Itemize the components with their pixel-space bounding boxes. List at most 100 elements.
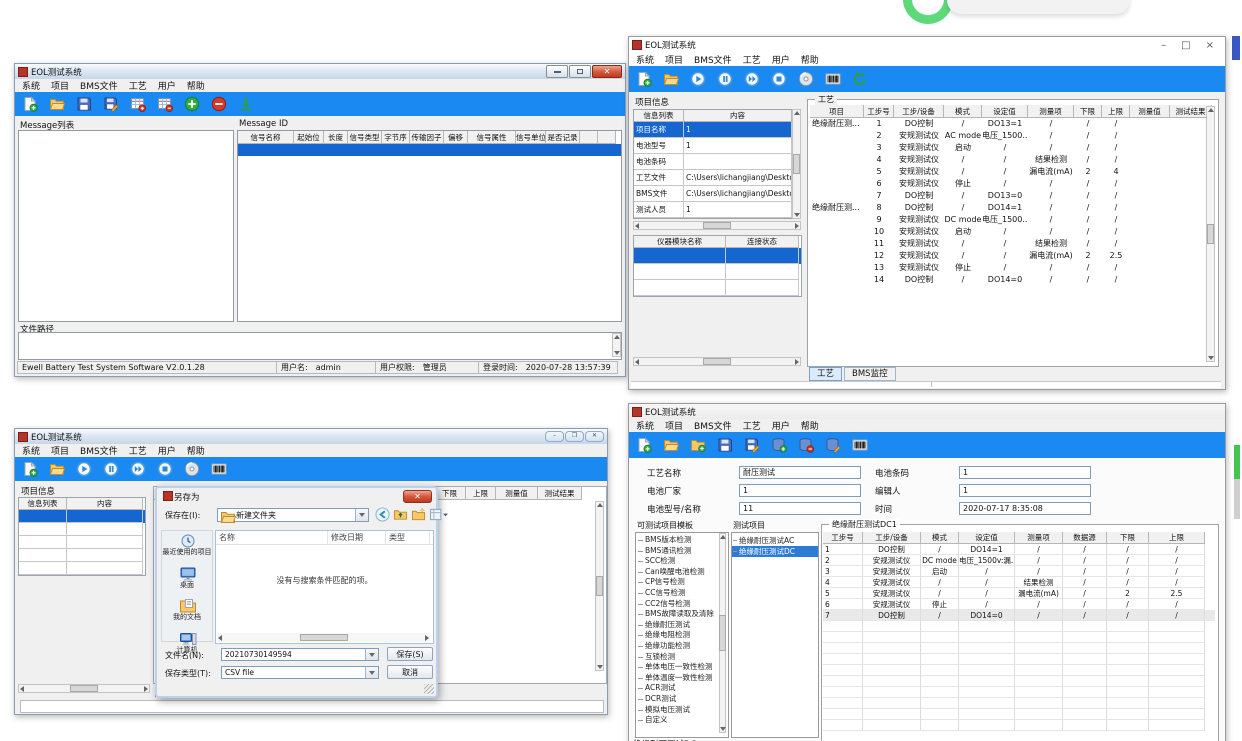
panel-hscrollbar[interactable] [633, 357, 801, 366]
column-header[interactable]: 信号属性 [468, 131, 516, 144]
menu-item-2[interactable]: BMS文件 [694, 53, 732, 66]
new-doc-icon[interactable] [22, 96, 38, 112]
column-header[interactable]: 类型 [386, 531, 430, 544]
menu-item-1[interactable]: 项目 [51, 444, 69, 457]
close-button[interactable]: ✕ [585, 431, 604, 442]
open-folder-icon[interactable] [663, 71, 679, 87]
table-row[interactable] [823, 654, 1215, 665]
column-header[interactable]: 模式 [921, 532, 959, 544]
table-row[interactable]: 绝缘耐压测...1DO控制/DO13=1/// [810, 118, 1214, 130]
open-folder-icon[interactable] [49, 96, 65, 112]
tree-item-9[interactable]: 绝缘电阻检测 [636, 630, 728, 641]
titlebar[interactable]: EOL测试系统 – ❐ ✕ [15, 429, 607, 445]
play-icon[interactable] [690, 71, 706, 87]
menu-item-4[interactable]: 用户 [772, 53, 790, 66]
signal-selected-row[interactable] [238, 144, 621, 156]
column-header[interactable]: 测试结果 [538, 487, 582, 500]
fast-forward-icon[interactable] [744, 71, 760, 87]
menu-item-1[interactable]: 项目 [51, 79, 69, 92]
cd-icon[interactable] [798, 71, 814, 87]
table-row[interactable] [823, 632, 1215, 643]
info-hscrollbar[interactable] [633, 221, 801, 230]
filetype-combobox[interactable]: CSV file [221, 666, 379, 679]
table-export-icon[interactable] [157, 96, 173, 112]
tree-item-13[interactable]: 单体温度一致性检测 [636, 673, 728, 684]
info-row[interactable]: 测试人员1 [634, 202, 792, 218]
column-header[interactable]: 测量项 [1028, 105, 1074, 118]
pause-icon[interactable] [717, 71, 733, 87]
table-row[interactable]: 12安规测试仪//漏电流(mA)22.5 [810, 250, 1214, 262]
tree-item-8[interactable]: 绝缘耐压测试 [636, 620, 728, 631]
tree-item-5[interactable]: CC信号检测 [636, 588, 728, 599]
add-circle-icon[interactable] [184, 96, 200, 112]
menu-item-3[interactable]: 工艺 [129, 444, 147, 457]
message-list-panel[interactable] [18, 130, 234, 322]
stop-icon[interactable] [157, 461, 173, 477]
table-row[interactable]: 10安规测试仪启动//// [810, 226, 1214, 238]
titlebar[interactable]: EOL测试系统 – □ × [629, 37, 1225, 53]
tree-item-7[interactable]: BMS故障读取及清除 [636, 609, 728, 620]
table-row[interactable]: 9安规测试仪DC mode电压_1500.../// [810, 214, 1214, 226]
step-scrollbar[interactable] [595, 501, 604, 671]
tree-item-11[interactable]: 互锁检测 [636, 652, 728, 663]
table-row[interactable]: 5安规测试仪//漏电流(mA)/22.5 [823, 588, 1215, 599]
titlebar[interactable]: EOL测试系统 ✕ [15, 64, 625, 80]
tab-0[interactable]: 工艺 [809, 367, 842, 381]
menu-item-4[interactable]: 用户 [772, 419, 790, 432]
save-icon[interactable] [76, 96, 92, 112]
tree-scrollbar[interactable] [719, 533, 726, 733]
file-path-textarea[interactable] [18, 332, 622, 360]
barcode-icon[interactable] [825, 71, 841, 87]
column-header[interactable]: 工步号 [823, 532, 863, 544]
info-row[interactable]: BMS文件C:\Users\lichangjiang\Desktop\ [634, 186, 792, 202]
maximize-button[interactable]: □ [1181, 40, 1190, 51]
tree-item-0[interactable]: BMS版本检测 [636, 535, 728, 546]
new-doc-icon[interactable] [636, 71, 652, 87]
table-row[interactable]: 5安规测试仪//漏电流(mA)24 [810, 166, 1214, 178]
save-button[interactable]: 保存(S) [387, 647, 433, 661]
menu-item-2[interactable]: BMS文件 [80, 79, 118, 92]
column-header[interactable]: 下限 [434, 487, 466, 500]
up-folder-icon[interactable] [393, 507, 408, 522]
tree-item-3[interactable]: Can唤醒电池检测 [636, 567, 728, 578]
column-header[interactable]: 设定值 [959, 532, 1015, 544]
tree-item-2[interactable]: SCC检测 [636, 556, 728, 567]
textarea-scrollbar[interactable] [612, 333, 621, 357]
column-header[interactable]: 下限 [1074, 105, 1102, 118]
column-header[interactable]: 下限 [1107, 532, 1149, 544]
time-input[interactable]: 2020-07-17 8:35:08 [959, 502, 1091, 515]
column-header[interactable]: 信号类型 [348, 131, 382, 144]
place-documents[interactable]: 我的文档 [162, 598, 212, 622]
tree-item-15[interactable]: DCR测试 [636, 694, 728, 705]
menu-item-5[interactable]: 帮助 [801, 53, 819, 66]
column-header[interactable]: 上限 [1149, 532, 1205, 544]
views-icon[interactable] [429, 507, 444, 522]
column-header[interactable]: 测量值 [496, 487, 538, 500]
folder-add-icon[interactable] [690, 437, 706, 453]
table-row[interactable]: 3安规测试仪启动//// [810, 142, 1214, 154]
table-row[interactable]: 6安规测试仪停止//// [810, 178, 1214, 190]
list-item-0[interactable]: 绝缘耐压测试AC [732, 535, 818, 546]
table-row[interactable]: 绝缘耐压测...8DO控制/DO14=1/// [810, 202, 1214, 214]
info-row[interactable]: 电池型号1 [634, 138, 792, 154]
column-header[interactable]: 信息列表 [634, 110, 684, 122]
play-icon[interactable] [76, 461, 92, 477]
file-list-hscrollbar[interactable] [217, 633, 430, 642]
dialog-close-button[interactable]: ✕ [403, 490, 432, 503]
cancel-button[interactable]: 取消 [387, 665, 433, 679]
filename-combobox[interactable]: 20210730149594 [221, 648, 379, 661]
process-name-input[interactable]: 耐压测试 [739, 466, 861, 479]
place-recent-places[interactable]: 最近使用的项目 [162, 533, 212, 557]
column-header[interactable]: 测量项 [1015, 532, 1063, 544]
table-row[interactable] [823, 665, 1215, 676]
column-header[interactable]: 上限 [466, 487, 496, 500]
column-header[interactable]: 起始位 [294, 131, 324, 144]
table-row[interactable] [823, 698, 1215, 709]
menu-item-1[interactable]: 项目 [665, 53, 683, 66]
info-scrollbar[interactable] [792, 109, 801, 219]
tree-item-12[interactable]: 单体电压一致性检测 [636, 662, 728, 673]
table-row[interactable]: 3安规测试仪启动///// [823, 566, 1215, 577]
menu-item-4[interactable]: 用户 [158, 444, 176, 457]
db-remove-icon[interactable] [798, 437, 814, 453]
info-row[interactable]: 电池条码 [634, 154, 792, 170]
